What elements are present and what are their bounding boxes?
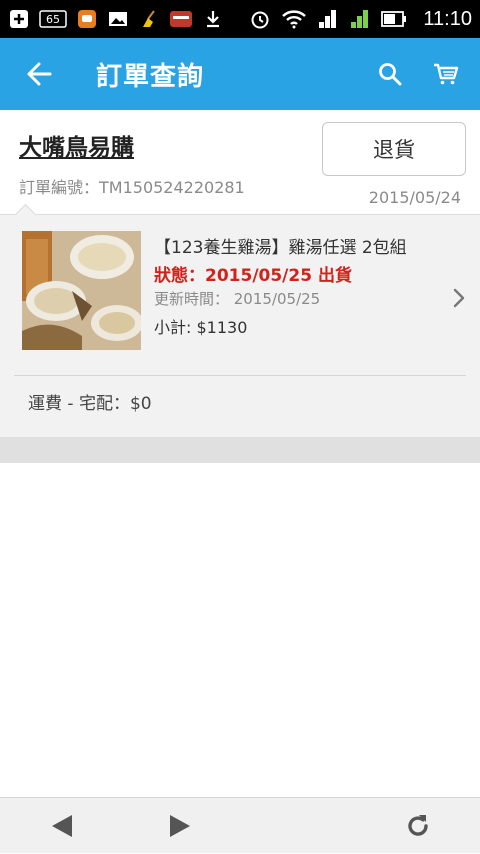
page-title: 訂單查詢 — [96, 61, 205, 92]
clock: 11:10 — [423, 7, 472, 30]
order-number: 訂單編號：TM150524220281 — [19, 178, 245, 197]
return-button[interactable]: 退貨 — [322, 122, 466, 176]
refresh-icon — [408, 815, 428, 836]
system-icons: 11:10 — [249, 8, 472, 31]
broom-icon — [138, 9, 160, 29]
cart-button[interactable] — [418, 38, 474, 110]
signal-2-icon — [349, 9, 371, 29]
battery-icon — [381, 9, 407, 29]
shipping-status: 狀態：2015/05/25 出貨 — [154, 266, 352, 286]
signal-1-icon — [317, 9, 339, 29]
order-header: 大嘴鳥易購 退貨 訂單編號：TM150524220281 2015/05/24 — [0, 110, 480, 214]
notification-icons: 65 — [8, 9, 224, 29]
cart-icon — [434, 63, 459, 85]
chat-icon — [76, 9, 98, 29]
app-store-icon — [169, 9, 193, 29]
store-name-link[interactable]: 大嘴鳥易購 — [19, 128, 134, 162]
back-arrow-icon — [27, 62, 52, 86]
order-item-card[interactable]: 【123養生雞湯】雞湯任選 2包組 狀態：2015/05/25 出貨 更新時間：… — [0, 203, 480, 438]
add-icon — [8, 9, 30, 29]
back-button[interactable] — [0, 38, 78, 110]
download-icon — [202, 9, 224, 29]
image-icon — [107, 9, 129, 29]
back-triangle-icon — [52, 815, 72, 837]
wifi-icon — [281, 9, 307, 29]
badge-65-icon: 65 — [39, 9, 67, 29]
search-icon — [379, 63, 402, 86]
status-bar: 65 11:10 — [0, 0, 480, 38]
chevron-right-icon — [453, 288, 465, 308]
alarm-icon — [249, 9, 271, 29]
update-time: 更新時間： 2015/05/25 — [154, 290, 321, 308]
forward-triangle-icon — [170, 815, 190, 837]
app-bar: 訂單查詢 — [0, 38, 480, 110]
subtotal: 小計: $1130 — [154, 318, 248, 337]
product-title: 【123養生雞湯】雞湯任選 2包組 — [154, 238, 407, 258]
badge-count: 65 — [46, 12, 60, 26]
order-date: 2015/05/24 — [368, 188, 461, 207]
divider — [14, 375, 466, 376]
product-thumbnail — [22, 231, 141, 350]
section-separator — [0, 437, 480, 463]
search-button[interactable] — [362, 38, 418, 110]
browser-back-button[interactable] — [30, 798, 94, 854]
browser-forward-button[interactable] — [148, 798, 212, 854]
shipping-fee: 運費 - 宅配：$0 — [28, 394, 152, 414]
refresh-button[interactable] — [386, 798, 450, 854]
bottom-nav-bar — [0, 797, 480, 853]
